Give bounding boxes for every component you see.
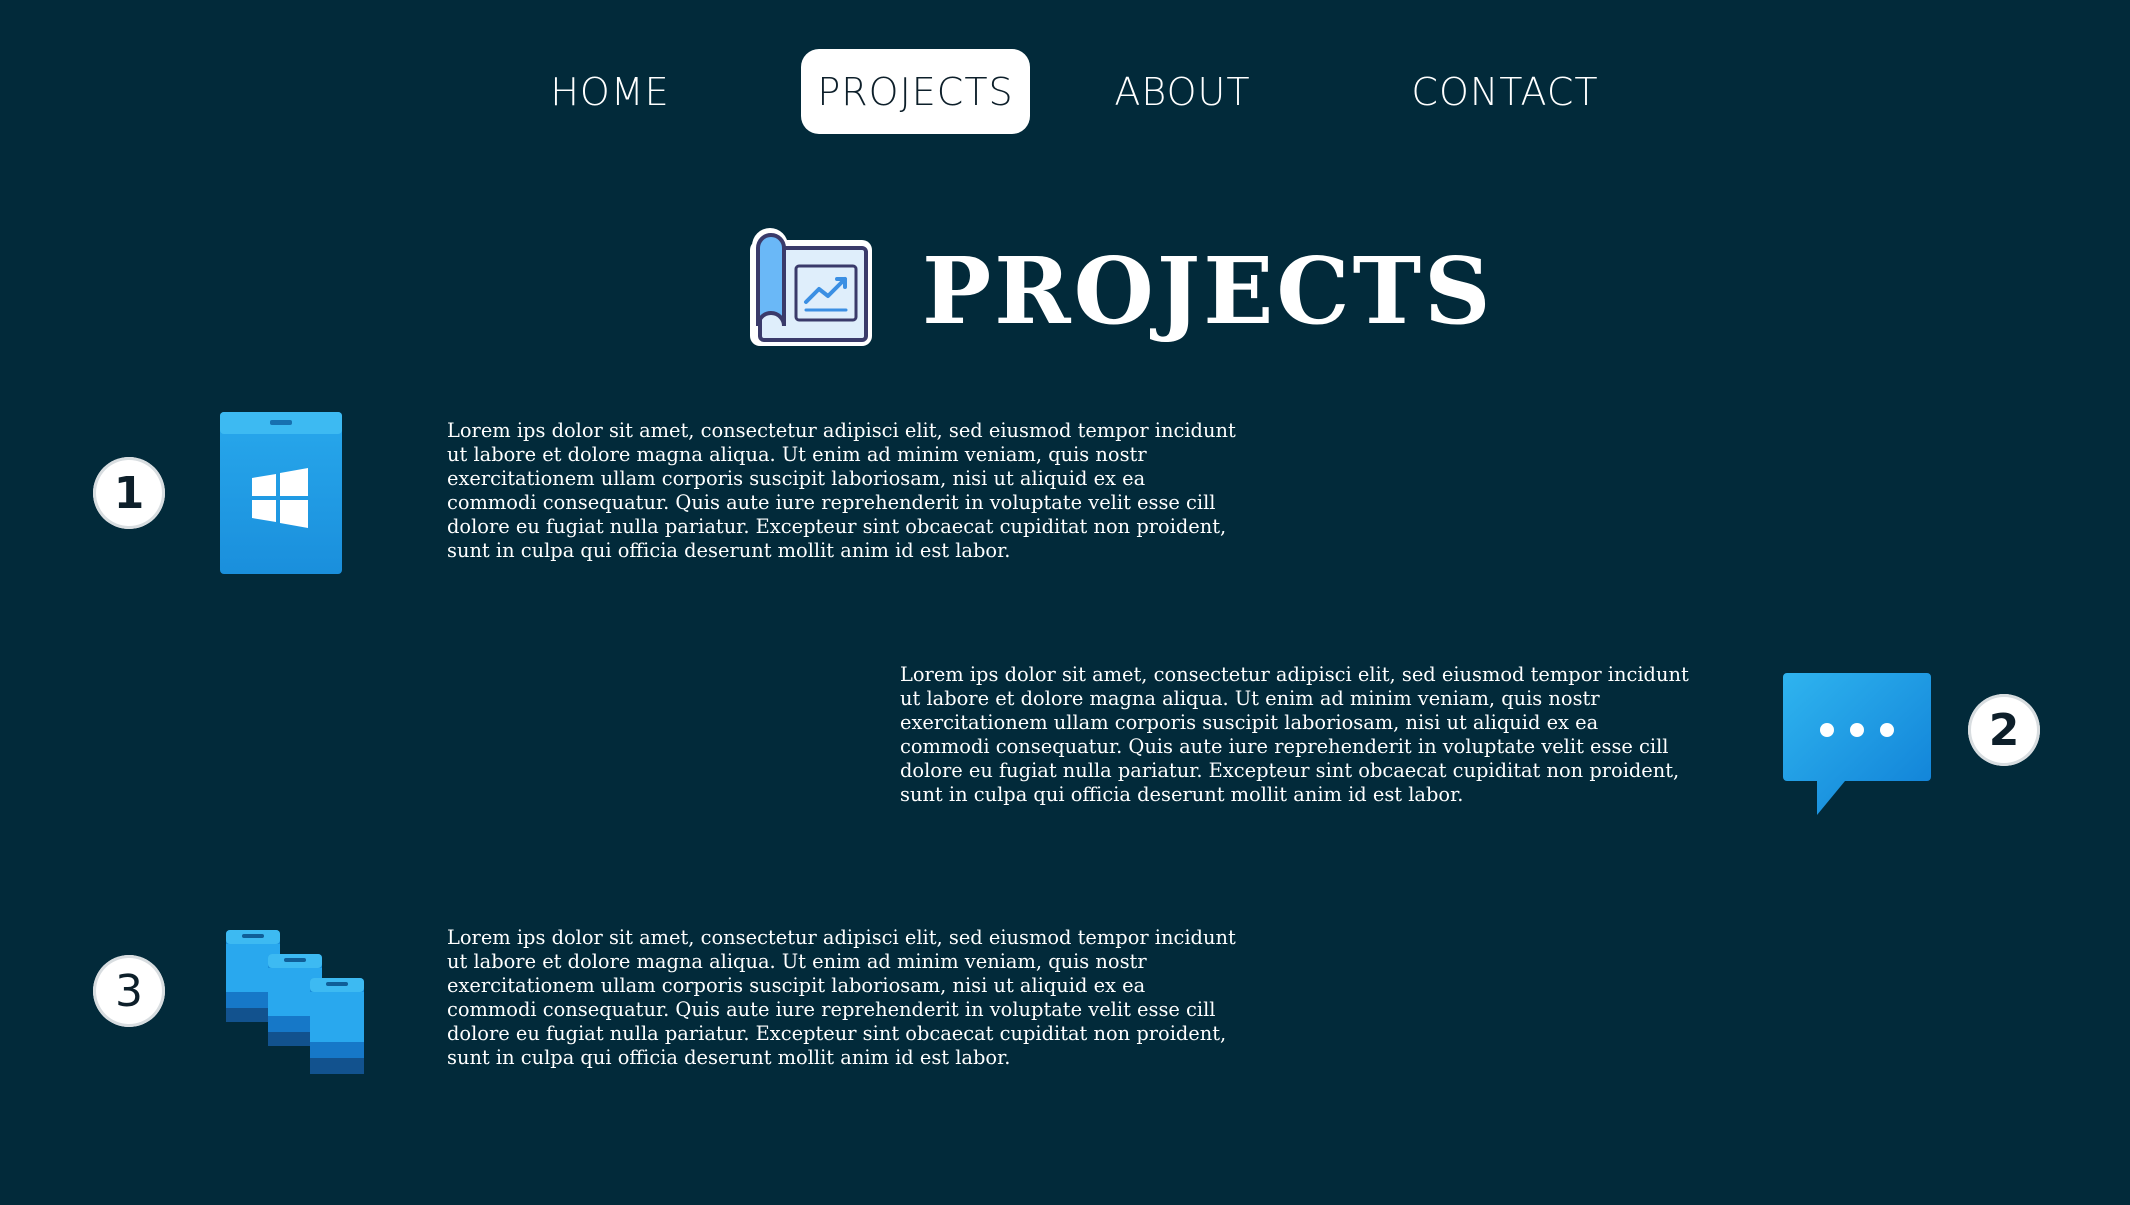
project-number-badge: 3	[93, 955, 165, 1027]
blueprint-chart-icon	[746, 224, 876, 349]
nav-about-link[interactable]: ABOUT	[1110, 49, 1255, 134]
nav-contact-link[interactable]: CONTACT	[1411, 49, 1597, 134]
nav-projects-link[interactable]: PROJECTS	[801, 49, 1030, 134]
project-description: Lorem ips dolor sit amet, consectetur ad…	[900, 663, 1689, 806]
nav-home-link[interactable]: HOME	[540, 49, 680, 134]
project-description: Lorem ips dolor sit amet, consectetur ad…	[447, 419, 1236, 562]
project-number-badge: 2	[1968, 694, 2040, 766]
project-number-badge: 1	[93, 457, 165, 529]
project-description: Lorem ips dolor sit amet, consectetur ad…	[447, 926, 1236, 1069]
chat-bubble-icon[interactable]	[1783, 671, 1933, 817]
windows-phone-icon[interactable]	[220, 412, 342, 574]
page-title: PROJECTS	[922, 237, 1494, 345]
multiple-devices-icon[interactable]	[226, 930, 370, 1076]
